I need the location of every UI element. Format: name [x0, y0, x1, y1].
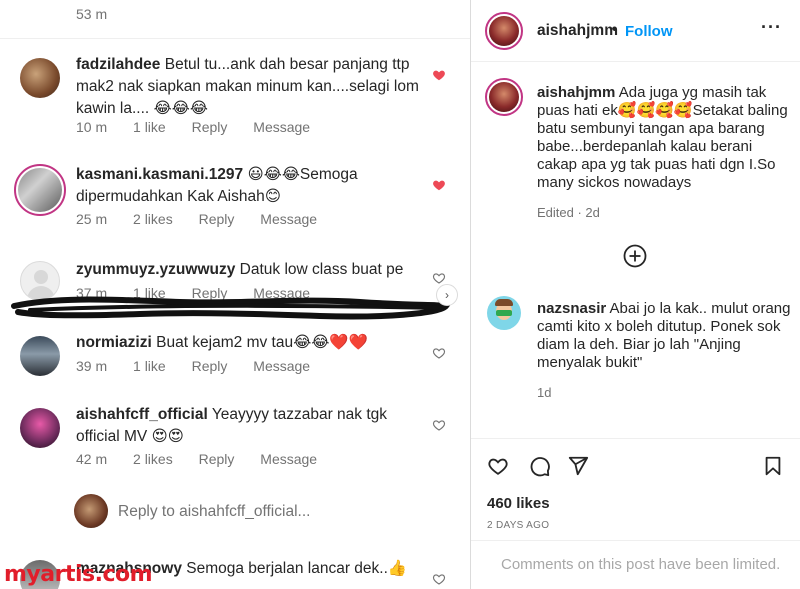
commenter-avatar[interactable] [487, 296, 521, 330]
comment-text: Semoga berjalan lancar dek..👍 [186, 560, 408, 577]
comment-username[interactable]: fadzilahdee [76, 56, 160, 73]
message-button[interactable]: Message [260, 451, 317, 467]
comment-username[interactable]: nazsnasir [537, 300, 606, 317]
comments-limited-notice: Comments on this post have been limited. [501, 556, 781, 573]
watermark: myartis.com [4, 562, 153, 587]
scroll-right-button[interactable]: › [436, 284, 458, 306]
reply-button[interactable]: Reply [192, 358, 228, 374]
author-username[interactable]: aishahjmm [537, 22, 618, 40]
message-button[interactable]: Message [253, 358, 310, 374]
author-avatar[interactable] [485, 12, 523, 50]
save-icon[interactable] [761, 455, 785, 477]
share-icon[interactable] [565, 455, 591, 477]
more-options-icon[interactable]: ··· [761, 17, 782, 38]
post-date: 2 DAYS AGO [487, 520, 550, 531]
heart-outline-icon[interactable] [432, 572, 446, 586]
scribble-redaction [11, 296, 452, 320]
divider [471, 438, 800, 439]
comment-icon[interactable] [527, 455, 553, 477]
follow-button[interactable]: Follow [625, 23, 673, 40]
comment-time: 1d [537, 385, 552, 400]
avatar[interactable] [20, 336, 60, 376]
comment-time[interactable]: 39 m [76, 358, 107, 374]
comment-username[interactable]: zyummuyz.yzuwwuzy [76, 261, 235, 278]
heart-outline-icon[interactable] [432, 346, 446, 360]
like-icon[interactable] [485, 455, 511, 477]
post-panel: aishahjmm • Follow ··· aishahjmm Ada jug… [471, 0, 800, 589]
previous-comment-time: 53 m [76, 6, 108, 22]
comment-username[interactable]: kasmani.kasmani.1297 [76, 166, 243, 183]
comment-likes[interactable]: 2 likes [133, 211, 173, 227]
heart-outline-icon[interactable] [432, 418, 446, 432]
comment-username[interactable]: aishahfcff_official [76, 406, 208, 423]
avatar[interactable] [14, 164, 66, 216]
caption-edited-time: Edited · 2d [537, 205, 600, 220]
heart-outline-icon[interactable] [432, 271, 446, 285]
heart-filled-icon[interactable] [432, 178, 446, 192]
my-avatar [74, 494, 108, 528]
avatar[interactable] [20, 408, 60, 448]
reply-button[interactable]: Reply [199, 451, 235, 467]
post-comment: nazsnasir Abai jo la kak.. mulut orang c… [537, 300, 792, 372]
message-button[interactable]: Message [260, 211, 317, 227]
comment-likes[interactable]: 2 likes [133, 451, 173, 467]
comment-text: Buat kejam2 mv tau😂😂❤️❤️ [156, 334, 368, 351]
likes-count[interactable]: 460 likes [487, 495, 550, 512]
comments-panel: 53 m fadzilahdee Betul tu...ank dah besa… [0, 0, 470, 589]
post-caption: aishahjmm Ada juga yg masih tak puas hat… [537, 84, 792, 192]
reply-button[interactable]: Reply [192, 119, 228, 135]
reply-button[interactable]: Reply [199, 211, 235, 227]
message-button[interactable]: Message [253, 119, 310, 135]
comment-likes[interactable]: 1 like [133, 119, 166, 135]
caption-username[interactable]: aishahjmm [537, 84, 615, 101]
comment-likes[interactable]: 1 like [133, 358, 166, 374]
comment-time[interactable]: 42 m [76, 451, 107, 467]
comment-username[interactable]: normiazizi [76, 334, 152, 351]
divider [471, 540, 800, 541]
load-more-comments-icon[interactable] [623, 244, 647, 268]
reply-input[interactable]: Reply to aishahfcff_official... [118, 503, 310, 521]
caption-avatar[interactable] [485, 78, 523, 116]
heart-filled-icon[interactable] [432, 68, 446, 82]
comment-time[interactable]: 10 m [76, 119, 107, 135]
post-header: aishahjmm • Follow ··· [471, 0, 800, 62]
separator-dot: • [612, 21, 618, 38]
avatar[interactable] [20, 58, 60, 98]
divider [0, 38, 470, 39]
comment-time[interactable]: 25 m [76, 211, 107, 227]
comment-text: Datuk low class buat pe [239, 261, 404, 278]
